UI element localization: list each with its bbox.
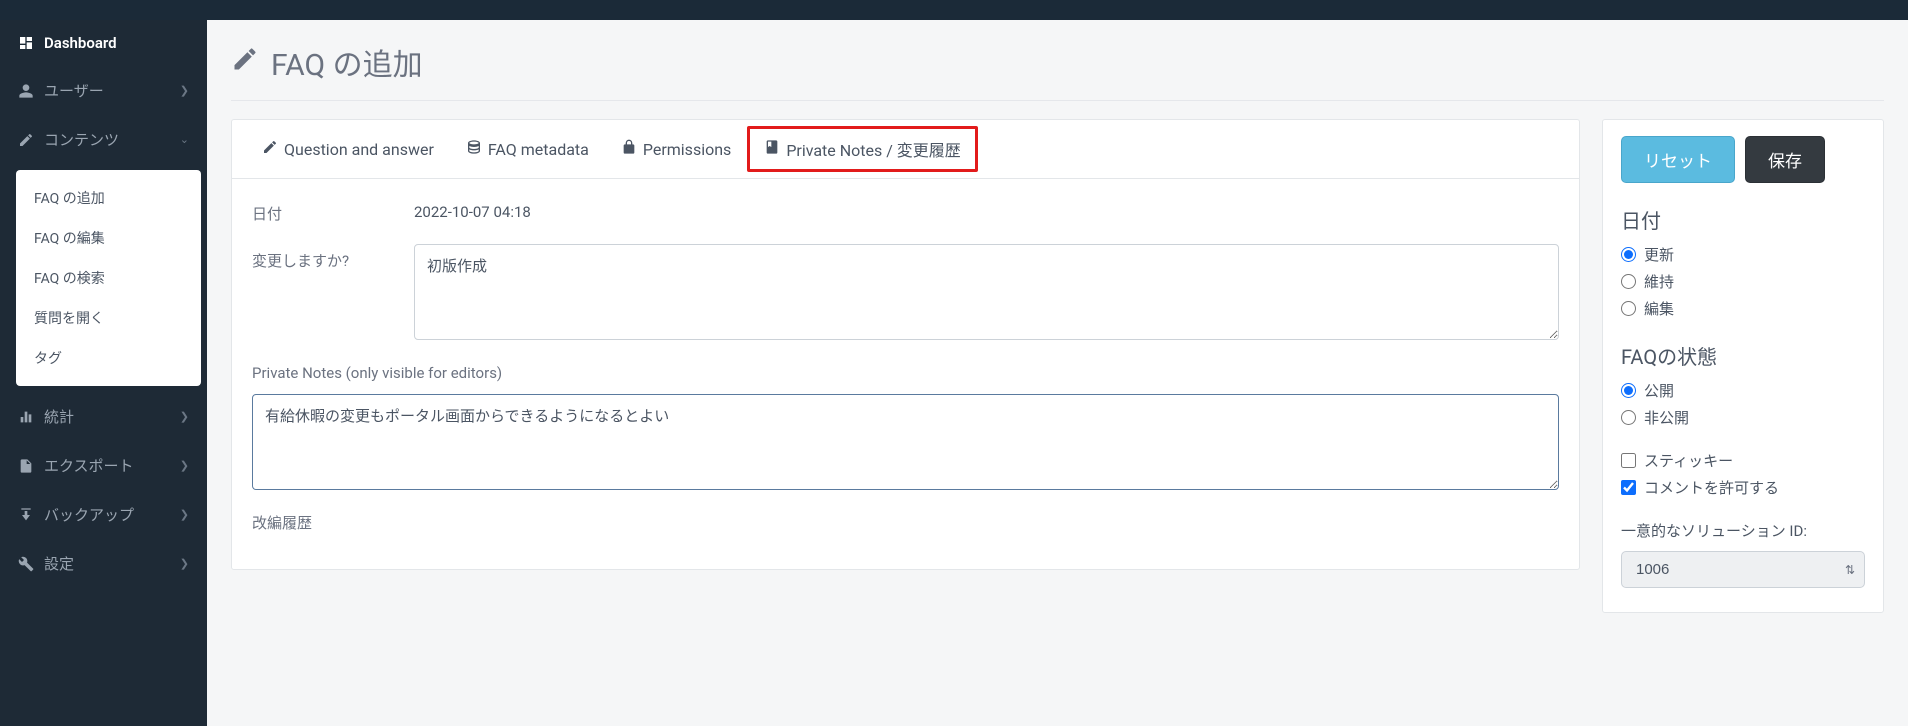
reset-button[interactable]: リセット bbox=[1621, 136, 1735, 183]
tab-question-answer[interactable]: Question and answer bbox=[246, 120, 450, 178]
sidebar: Dashboard ユーザー ❯ コンテンツ ⌄ FAQ の追加 FAQ の編集… bbox=[0, 20, 207, 726]
radio-label: 公開 bbox=[1644, 380, 1674, 401]
stats-icon bbox=[18, 409, 34, 425]
tab-label: Private Notes / 変更履歴 bbox=[786, 137, 961, 161]
sidebar-item-backup[interactable]: バックアップ ❯ bbox=[0, 490, 207, 539]
submenu-open-question[interactable]: 質問を開く bbox=[16, 298, 201, 338]
chevron-right-icon: ❯ bbox=[180, 410, 189, 423]
radio-private[interactable]: 非公開 bbox=[1621, 407, 1865, 428]
radio-update[interactable]: 更新 bbox=[1621, 244, 1865, 265]
chevron-right-icon: ❯ bbox=[180, 84, 189, 97]
sidebar-label: 統計 bbox=[44, 406, 74, 427]
sidebar-item-dashboard[interactable]: Dashboard bbox=[0, 20, 207, 66]
wrench-icon bbox=[18, 556, 34, 572]
download-icon bbox=[18, 507, 34, 523]
radio-public-input[interactable] bbox=[1621, 383, 1636, 398]
tab-label: Question and answer bbox=[284, 140, 434, 159]
side-panel: リセット 保存 日付 更新 維持 編集 FAQの状態 公開 非公開 スティッキー… bbox=[1602, 119, 1884, 613]
radio-edit-input[interactable] bbox=[1621, 301, 1636, 316]
checkbox-label: コメントを許可する bbox=[1644, 477, 1779, 498]
save-button[interactable]: 保存 bbox=[1745, 136, 1825, 183]
private-notes-textarea[interactable] bbox=[252, 394, 1559, 490]
edit-icon bbox=[18, 132, 34, 148]
radio-keep-input[interactable] bbox=[1621, 274, 1636, 289]
checkbox-label: スティッキー bbox=[1644, 450, 1733, 471]
radio-public[interactable]: 公開 bbox=[1621, 380, 1865, 401]
history-label: 改編履歴 bbox=[252, 512, 1559, 533]
radio-label: 非公開 bbox=[1644, 407, 1689, 428]
submenu-faq-edit[interactable]: FAQ の編集 bbox=[16, 218, 201, 258]
submenu-faq-add[interactable]: FAQ の追加 bbox=[16, 178, 201, 218]
page-title: FAQ の追加 bbox=[231, 40, 1884, 101]
submenu-tag[interactable]: タグ bbox=[16, 338, 201, 378]
sidebar-label: 設定 bbox=[44, 553, 74, 574]
chevron-right-icon: ❯ bbox=[180, 508, 189, 521]
radio-private-input[interactable] bbox=[1621, 410, 1636, 425]
sidebar-label: コンテンツ bbox=[44, 129, 119, 150]
sidebar-submenu-contents: FAQ の追加 FAQ の編集 FAQ の検索 質問を開く タグ bbox=[16, 170, 201, 386]
tabs: Question and answer FAQ metadata Permiss… bbox=[232, 120, 1579, 179]
date-heading: 日付 bbox=[1621, 205, 1865, 234]
tab-private-notes[interactable]: Private Notes / 変更履歴 bbox=[747, 126, 978, 172]
sidebar-label: ユーザー bbox=[44, 80, 104, 101]
checkbox-sticky-input[interactable] bbox=[1621, 453, 1636, 468]
date-value: 2022-10-07 04:18 bbox=[414, 197, 1559, 221]
tab-permissions[interactable]: Permissions bbox=[605, 120, 747, 178]
tab-faq-metadata[interactable]: FAQ metadata bbox=[450, 120, 605, 178]
tab-label: FAQ metadata bbox=[488, 140, 589, 159]
chevron-right-icon: ❯ bbox=[180, 459, 189, 472]
sidebar-item-contents[interactable]: コンテンツ ⌄ bbox=[0, 115, 207, 164]
edit-icon bbox=[262, 139, 278, 159]
chevron-down-icon: ⌄ bbox=[180, 133, 189, 146]
database-icon bbox=[466, 139, 482, 159]
sidebar-label: バックアップ bbox=[44, 504, 134, 525]
edit-icon bbox=[231, 45, 259, 80]
radio-edit[interactable]: 編集 bbox=[1621, 298, 1865, 319]
submenu-faq-search[interactable]: FAQ の検索 bbox=[16, 258, 201, 298]
radio-label: 維持 bbox=[1644, 271, 1674, 292]
sidebar-label: Dashboard bbox=[44, 34, 117, 52]
solution-id-label: 一意的なソリューション ID: bbox=[1621, 520, 1865, 541]
state-heading: FAQの状態 bbox=[1621, 341, 1865, 370]
radio-update-input[interactable] bbox=[1621, 247, 1636, 262]
radio-label: 編集 bbox=[1644, 298, 1674, 319]
sidebar-item-settings[interactable]: 設定 ❯ bbox=[0, 539, 207, 588]
lock-icon bbox=[621, 139, 637, 159]
date-label: 日付 bbox=[252, 197, 414, 224]
tab-label: Permissions bbox=[643, 140, 731, 159]
checkbox-allow-comments[interactable]: コメントを許可する bbox=[1621, 477, 1865, 498]
main-content: FAQ の追加 Question and answer FAQ metadata… bbox=[207, 20, 1908, 726]
user-icon bbox=[18, 83, 34, 99]
checkbox-sticky[interactable]: スティッキー bbox=[1621, 450, 1865, 471]
solution-id-select[interactable]: 1006 bbox=[1621, 551, 1865, 588]
file-icon bbox=[18, 458, 34, 474]
sidebar-item-export[interactable]: エクスポート ❯ bbox=[0, 441, 207, 490]
sidebar-label: エクスポート bbox=[44, 455, 134, 476]
sidebar-item-stats[interactable]: 統計 ❯ bbox=[0, 392, 207, 441]
change-label: 変更しますか? bbox=[252, 244, 414, 271]
page-title-text: FAQ の追加 bbox=[271, 40, 423, 84]
chevron-right-icon: ❯ bbox=[180, 557, 189, 570]
change-textarea[interactable] bbox=[414, 244, 1559, 340]
radio-label: 更新 bbox=[1644, 244, 1674, 265]
main-panel: Question and answer FAQ metadata Permiss… bbox=[231, 119, 1580, 570]
checkbox-allow-comments-input[interactable] bbox=[1621, 480, 1636, 495]
dashboard-icon bbox=[18, 35, 34, 51]
sidebar-item-users[interactable]: ユーザー ❯ bbox=[0, 66, 207, 115]
book-icon bbox=[764, 139, 780, 159]
radio-keep[interactable]: 維持 bbox=[1621, 271, 1865, 292]
private-notes-label: Private Notes (only visible for editors) bbox=[252, 364, 1559, 382]
